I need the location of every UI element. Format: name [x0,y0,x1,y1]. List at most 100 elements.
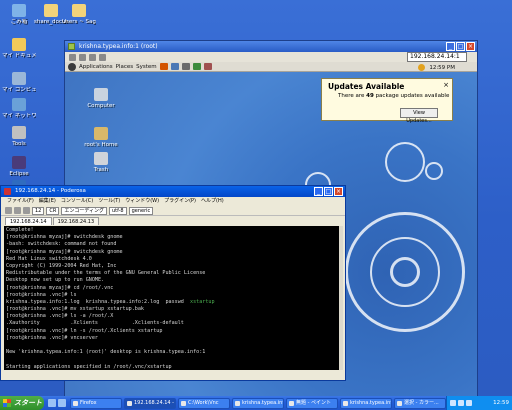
close-button[interactable]: × [466,42,475,51]
terminal-line: Red Hat Linux switchdesk 4.0 [6,255,92,262]
taskbar-task-button[interactable]: krishna.typea.info:1 - ... [340,397,392,409]
view-updates-button[interactable]: View Updates... [400,108,438,124]
terminal-line: [root@krishna .vnc]# ls -a /root/.X [6,313,114,320]
terminal-line: [root@krishna .vnc]# ls [6,291,77,298]
minimize-button[interactable]: _ [446,42,455,51]
tools-icon [12,126,26,139]
notification-close-button[interactable]: × [443,81,449,89]
terminal-line: .Xauthority .Xclients .Xclients-default [6,320,184,327]
options-icon[interactable] [69,53,76,61]
home-folder-icon [94,127,108,140]
recycle-bin-icon [12,4,26,17]
panel-clock[interactable]: 12:59 PM [429,65,455,71]
font-size-select[interactable]: 12 [32,206,45,215]
newline-select[interactable]: CR [46,206,60,215]
volume-icon[interactable] [458,400,464,406]
folder-icon [72,4,86,17]
terminal-title-bar[interactable]: 192.168.24.14 - Poderosa _ □ × [1,186,345,197]
maximize-button[interactable]: □ [324,187,333,196]
poderosa-app-icon [4,188,11,195]
menu-tools[interactable]: ツール(T) [98,197,120,206]
menu-applications[interactable]: Applications [79,64,113,70]
network-places-icon [12,98,26,111]
notification-title: Updates Available [328,82,405,91]
encoding-label: エンコーディング [61,206,107,215]
start-button[interactable]: スタート [0,396,44,410]
taskbar-task-button[interactable]: 無題 - ペイント [286,397,338,409]
taskbar-task-button[interactable]: 選択 - カラー... [394,397,446,409]
menu-help[interactable]: ヘルプ(H) [201,197,224,206]
terminal-type-select[interactable]: generic [128,206,154,215]
terminal-line: New 'krishna.typea.info:1 (root)' deskto… [6,349,206,356]
menu-file[interactable]: ファイル(F) [7,197,34,206]
my-documents-icon [12,38,26,51]
desktop-icon-label: Eclipse [9,171,29,177]
terminal-line: -bash: switchdesk: command not found [6,241,117,248]
terminal-line: krishna.typea.info:1.log krishna.typea.i… [6,299,338,306]
minimize-button[interactable]: _ [314,187,323,196]
terminal-launcher-icon[interactable] [181,63,190,70]
menu-edit[interactable]: 編集(E) [39,197,56,206]
firefox-launcher-icon[interactable] [159,63,168,70]
office-launcher-icon[interactable] [192,63,201,70]
show-desktop-icon[interactable] [48,399,56,407]
taskbar-task-button[interactable]: krishna.typea.info:1 - ... [232,397,284,409]
encoding-select[interactable]: utf-8 [109,206,127,215]
terminal-output[interactable]: Complete! [root@krishna myzaj]# switchdes… [4,226,340,370]
gnome-icon-home[interactable]: root's Home [81,127,121,148]
vnc-title-bar[interactable]: krishna.typea.info:1 (root) _ □ × [65,41,477,52]
folder-icon [44,4,58,17]
ctrl-alt-del-icon[interactable] [89,53,96,61]
refresh-icon[interactable] [99,53,106,61]
gnome-top-panel: Applications Places System [65,62,477,72]
copy-icon[interactable] [23,207,30,214]
language-icon[interactable] [450,400,456,406]
desktop-icon[interactable]: Eclipse [2,156,36,178]
presentation-launcher-icon[interactable] [203,63,212,70]
terminal-line-segment: krishna.typea.info:1.log krishna.typea.i… [6,298,191,305]
tab-session-2[interactable]: 192.168.24.13 [52,217,100,225]
network-icon[interactable] [466,400,472,406]
terminal-line: Redistributable under the terms of the G… [6,270,206,277]
taskbar-task-button[interactable]: C:\Work\Vnc [178,397,230,409]
tab-session-1[interactable]: 192.168.24.14 [5,217,52,225]
desktop-icon-label: Users ~ Sagem [62,19,96,25]
desktop-icon[interactable]: Users ~ Sagem [62,4,96,26]
ie-launcher-icon[interactable] [58,399,66,407]
mail-launcher-icon[interactable] [170,63,179,70]
menu-system[interactable]: System [136,64,157,70]
terminal-scrollbar[interactable] [339,226,343,370]
desktop-icon[interactable]: マイ コンピュータ [2,72,36,94]
gnome-icon-trash[interactable]: Trash [81,152,121,173]
vnc-host-field[interactable]: 192.168.24.14:1 [407,52,467,62]
menu-window[interactable]: ウィンドウ(W) [125,197,159,206]
clipboard-icon[interactable] [79,53,86,61]
terminal-window[interactable]: 192.168.24.14 - Poderosa _ □ × ファイル(F) 編… [0,185,346,381]
desktop-icon[interactable]: ごみ箱 [2,4,36,26]
desktop-icon[interactable]: Tools [2,126,36,148]
desktop-icon[interactable]: マイ ネットワーク [2,98,36,120]
maximize-button[interactable]: □ [456,42,465,51]
new-connection-icon[interactable] [5,207,12,214]
windows-taskbar: スタート Firefox192.168.24.14 - Poder...C:\W… [0,396,512,410]
updates-notification: × Updates Available There are 49 package… [321,78,453,124]
gnome-icon-computer[interactable]: Computer [81,88,121,109]
terminal-line: [root@krishna .vnc]# mv xstartup xstartu… [6,306,145,313]
menu-plugin[interactable]: プラグイン(P) [164,197,196,206]
desktop-icon-label: マイ コンピュータ [2,87,36,93]
update-notifier-icon[interactable] [418,64,425,71]
system-tray: 12:59 [446,396,512,410]
desktop-icon-label: ごみ箱 [10,19,28,25]
taskbar-task-button[interactable]: Firefox [70,397,122,409]
terminal-line-segment: xstartup [190,298,215,305]
taskbar-clock[interactable]: 12:59 [493,400,512,406]
menu-console[interactable]: コンソール(C) [61,197,93,206]
terminal-line: [root@krishna .vnc]# vncserver [6,334,99,341]
desktop-icon[interactable]: マイ ドキュメント [2,38,36,60]
open-icon[interactable] [14,207,21,214]
close-button[interactable]: × [334,187,343,196]
menu-places[interactable]: Places [116,64,134,70]
taskbar-task-button[interactable]: 192.168.24.14 - Poder... [124,397,176,409]
wallpaper-flower [385,142,425,182]
